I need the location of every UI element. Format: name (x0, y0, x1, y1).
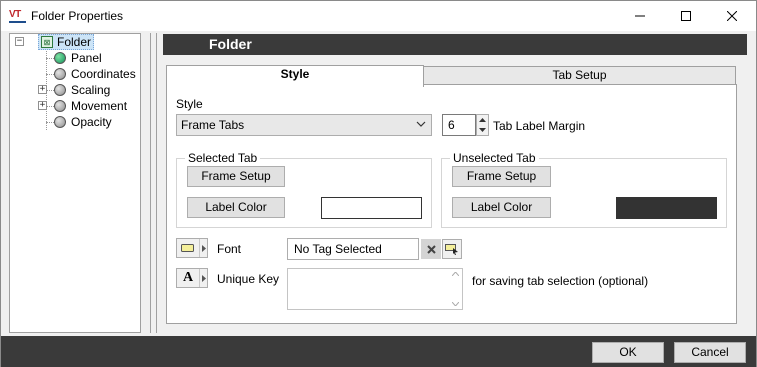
expand-icon[interactable]: + (38, 85, 47, 94)
unselected-label-color-button[interactable]: Label Color (452, 197, 551, 218)
grey-dot-icon (54, 68, 66, 80)
tree-item-movement[interactable]: Movement (54, 98, 127, 114)
grey-dot-icon (54, 116, 66, 128)
clear-icon (426, 244, 436, 254)
spin-down-icon[interactable] (477, 125, 488, 135)
property-tree: − ⊠ Folder Panel Coordinates + Scaling +… (9, 33, 141, 333)
tree-item-scaling[interactable]: Scaling (54, 82, 110, 98)
select-tag-button[interactable] (442, 239, 462, 259)
tab-label-margin-label: Tab Label Margin (493, 119, 586, 133)
tree-connector (46, 74, 54, 75)
tree-connector (46, 58, 54, 59)
tree-item-opacity[interactable]: Opacity (54, 114, 112, 130)
clear-tag-button[interactable] (421, 239, 441, 259)
tree-item-label: Folder (57, 35, 92, 49)
close-button[interactable] (709, 1, 755, 31)
style-combobox[interactable]: Frame Tabs (176, 114, 432, 136)
font-tag-field[interactable]: No Tag Selected (287, 238, 419, 260)
tree-item-label: Panel (71, 51, 102, 65)
window-title: Folder Properties (31, 9, 124, 23)
tree-item-folder[interactable]: ⊠ Folder (38, 34, 95, 50)
selected-tab-group: Selected Tab Frame Setup Label Color (176, 151, 432, 228)
tree-connector (46, 122, 54, 123)
grey-dot-icon (54, 84, 66, 96)
style-label: Style (176, 97, 203, 111)
tree-item-label: Scaling (71, 83, 111, 97)
maximize-icon (681, 11, 691, 21)
unselected-color-swatch[interactable] (616, 197, 717, 219)
tree-item-label: Opacity (71, 115, 112, 129)
panel-splitter[interactable] (150, 33, 157, 333)
unique-key-tag-button[interactable]: A (176, 268, 208, 288)
tree-connector (46, 90, 54, 91)
chevron-down-icon (416, 121, 426, 127)
page-header: Folder (163, 34, 747, 55)
style-tab-panel: Style Frame Tabs 6 Tab Label Margin Sele… (166, 84, 737, 324)
collapse-icon[interactable]: − (15, 37, 24, 46)
unique-key-textarea[interactable] (287, 268, 463, 310)
tab-label-margin-input[interactable]: 6 (442, 114, 476, 136)
cancel-button[interactable]: Cancel (674, 342, 746, 363)
minimize-icon (635, 15, 645, 17)
style-combo-value: Frame Tabs (181, 118, 245, 132)
font-tag-button[interactable] (176, 238, 208, 258)
unique-key-scrollbar[interactable] (448, 269, 462, 309)
chevron-right-icon (199, 239, 207, 257)
text-format-icon: A (182, 270, 194, 285)
spin-up-icon[interactable] (477, 115, 488, 125)
tab-style[interactable]: Style (166, 65, 424, 87)
tag-icon (177, 239, 199, 257)
minimize-button[interactable] (617, 1, 663, 31)
tree-connector (46, 106, 54, 107)
tree-item-label: Movement (71, 99, 128, 113)
tag-select-icon (445, 244, 458, 255)
selected-frame-setup-button[interactable]: Frame Setup (187, 166, 285, 187)
tree-item-panel[interactable]: Panel (54, 50, 102, 66)
unselected-tab-group: Unselected Tab Frame Setup Label Color (441, 151, 727, 228)
tree-item-coordinates[interactable]: Coordinates (54, 66, 136, 82)
folder-icon: ⊠ (41, 36, 53, 48)
scroll-up-icon[interactable] (451, 272, 459, 276)
maximize-button[interactable] (663, 1, 709, 31)
title-bar: VT Folder Properties (1, 1, 756, 31)
close-icon (727, 11, 737, 21)
unselected-frame-setup-button[interactable]: Frame Setup (452, 166, 551, 187)
ok-button[interactable]: OK (592, 342, 664, 363)
selected-color-swatch[interactable] (321, 197, 422, 219)
scroll-down-icon[interactable] (451, 302, 459, 306)
app-logo-icon: VT (9, 8, 27, 23)
unique-key-hint: for saving tab selection (optional) (472, 274, 649, 288)
selected-label-color-button[interactable]: Label Color (187, 197, 285, 218)
grey-dot-icon (54, 100, 66, 112)
chevron-right-icon (199, 269, 207, 287)
tree-item-label: Coordinates (71, 67, 136, 81)
unselected-tab-title: Unselected Tab (450, 151, 539, 165)
font-label: Font (217, 242, 242, 256)
tab-label-margin-spinner[interactable] (476, 114, 489, 136)
unique-key-label: Unique Key (217, 272, 280, 286)
folder-properties-window: VT Folder Properties − ⊠ Folder Panel Co… (0, 0, 757, 367)
expand-icon[interactable]: + (38, 101, 47, 110)
green-dot-icon (54, 52, 66, 64)
selected-tab-title: Selected Tab (185, 151, 261, 165)
tab-tab-setup[interactable]: Tab Setup (423, 66, 736, 85)
